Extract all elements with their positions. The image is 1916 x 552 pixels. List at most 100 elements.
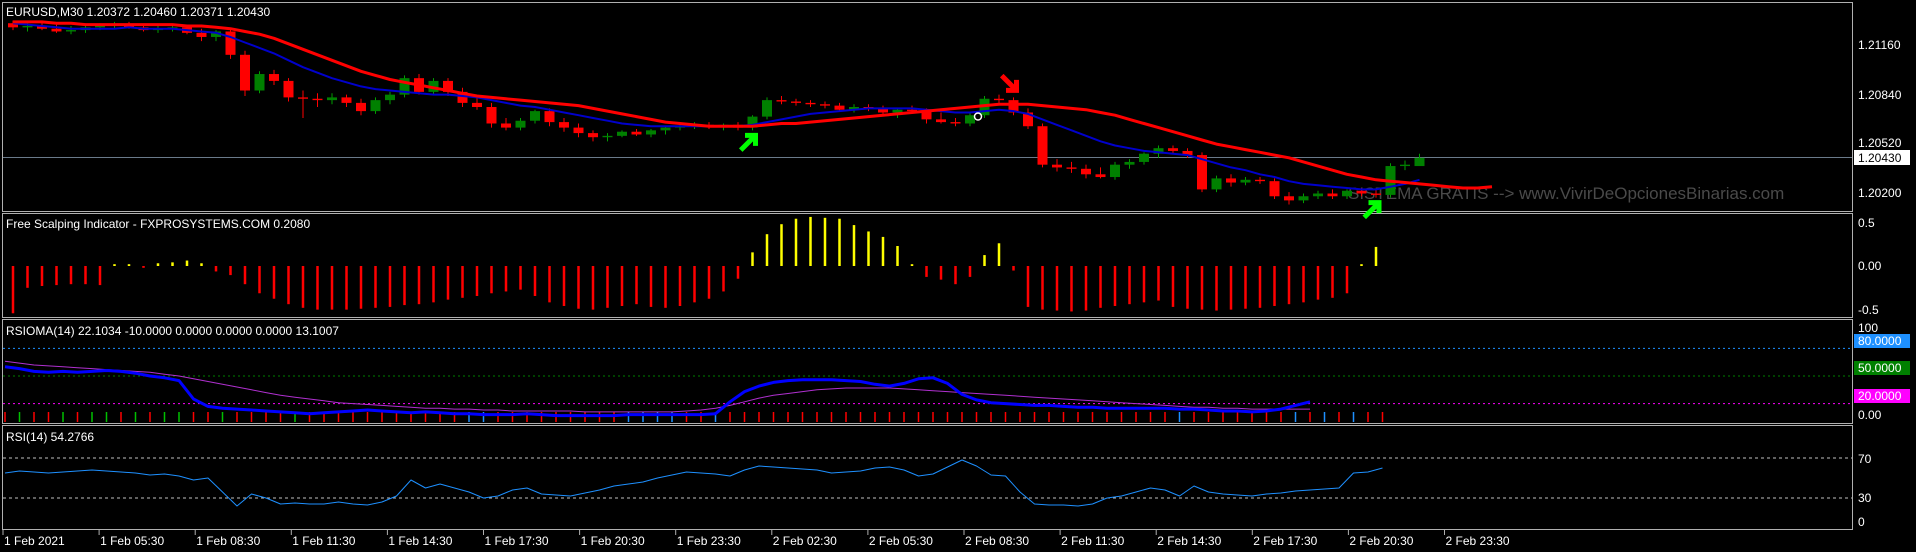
candle-body — [341, 97, 352, 103]
candle-body — [1400, 164, 1410, 167]
candle-body — [1327, 193, 1338, 197]
candle-body — [51, 28, 62, 32]
candle-body — [1226, 178, 1236, 183]
candle-body — [196, 32, 207, 37]
current-price-label: 1.20430 — [1858, 151, 1902, 165]
candle-body — [1211, 178, 1222, 190]
rsioma-tick-label: 100 — [1858, 321, 1878, 335]
candle-body — [1037, 126, 1048, 165]
time-tick-label: 1 Feb 20:30 — [581, 534, 645, 548]
candle-body — [936, 119, 946, 123]
candle-body — [965, 115, 975, 124]
rsioma-level-label: 80.0000 — [1858, 334, 1902, 348]
main-pane-title: EURUSD,M30 1.20372 1.20460 1.20371 1.204… — [6, 5, 271, 19]
candle-body — [805, 102, 816, 105]
candle-body — [573, 127, 584, 134]
candle-body — [1313, 193, 1323, 197]
rsi-tick-label: 0 — [1858, 515, 1865, 529]
candle-body — [269, 74, 279, 81]
candle-body — [994, 98, 1004, 101]
candle-body — [776, 100, 787, 102]
candle-body — [646, 130, 656, 135]
candle-body — [631, 131, 642, 135]
candle-body — [501, 123, 511, 128]
rsioma-tick-label: 0.00 — [1858, 408, 1882, 422]
candle-body — [1095, 174, 1106, 178]
price-tick-label: 1.20200 — [1858, 186, 1902, 200]
candle-body — [834, 105, 845, 110]
candle-body — [240, 54, 250, 91]
candle-body — [791, 101, 801, 103]
scalping-tick-label: 0.5 — [1858, 216, 1875, 230]
candle-body — [486, 107, 497, 124]
time-tick-label: 1 Feb 08:30 — [196, 534, 260, 548]
time-tick-label: 1 Feb 14:30 — [388, 534, 452, 548]
candle-body — [254, 74, 265, 91]
time-tick-label: 2 Feb 17:30 — [1253, 534, 1317, 548]
candle-body — [1255, 179, 1265, 182]
candle-body — [298, 97, 308, 99]
candle-body — [95, 25, 105, 28]
scalping-tick-label: -0.5 — [1858, 303, 1879, 317]
candle-body — [820, 104, 830, 106]
watermark-text: SISTEMA GRATIS --> www.VivirDeOpcionesBi… — [1348, 184, 1784, 203]
time-tick-label: 1 Feb 17:30 — [485, 534, 549, 548]
candle-body — [1284, 196, 1294, 201]
candle-body — [1066, 167, 1077, 169]
candle-body — [1168, 148, 1178, 151]
candle-body — [283, 80, 294, 98]
candle-body — [1414, 157, 1425, 167]
candle-body — [22, 25, 33, 28]
candle-body — [356, 102, 366, 112]
candle-body — [762, 100, 772, 117]
rsi-pane-title: RSI(14) 54.2766 — [6, 430, 94, 444]
candle-body — [1139, 153, 1149, 162]
candle-body — [660, 127, 671, 131]
time-tick-label: 2 Feb 20:30 — [1349, 534, 1413, 548]
price-tick-label: 1.20840 — [1858, 88, 1902, 102]
candle-body — [515, 120, 526, 128]
time-tick-label: 2 Feb 05:30 — [869, 534, 933, 548]
time-tick-label: 2 Feb 02:30 — [773, 534, 837, 548]
candle-body — [385, 94, 395, 101]
time-tick-label: 1 Feb 23:30 — [677, 534, 741, 548]
candle-body — [602, 135, 613, 138]
candle-body — [472, 102, 482, 107]
price-tick-label: 1.20520 — [1858, 136, 1902, 150]
rsi-tick-label: 70 — [1858, 452, 1872, 466]
candle-body — [1356, 190, 1367, 194]
time-tick-label: 1 Feb 11:30 — [292, 534, 355, 548]
candle-body — [950, 122, 961, 124]
time-tick-label: 2 Feb 11:30 — [1061, 534, 1124, 548]
rsi-tick-label: 30 — [1858, 491, 1872, 505]
rsioma-pane-title: RSIOMA(14) 22.1034 -10.0000 0.0000 0.000… — [6, 324, 339, 338]
candle-body — [544, 111, 555, 123]
candle-body — [1298, 196, 1309, 201]
time-tick-label: 1 Feb 2021 — [4, 534, 65, 548]
candle-body — [617, 131, 627, 136]
rsioma-level-label: 50.0000 — [1858, 361, 1902, 375]
candle-body — [1269, 181, 1280, 197]
candle-body — [559, 122, 569, 128]
rsioma-level-label: 20.0000 — [1858, 389, 1902, 403]
price-tick-label: 1.21160 — [1858, 38, 1901, 52]
candle-body — [1052, 164, 1062, 168]
candle-body — [1081, 168, 1091, 175]
candle-body — [1342, 190, 1352, 197]
time-tick-label: 2 Feb 08:30 — [965, 534, 1029, 548]
candle-body — [1110, 164, 1120, 178]
candle-body — [588, 133, 598, 138]
candle-body — [66, 30, 76, 32]
scalping-pane-title: Free Scalping Indicator - FXPROSYSTEMS.C… — [6, 217, 310, 231]
candle-body — [530, 111, 540, 121]
candle-body — [327, 97, 337, 101]
trading-chart[interactable]: SISTEMA GRATIS --> www.VivirDeOpcionesBi… — [0, 0, 1916, 552]
candle-body — [1124, 161, 1135, 165]
time-tick-label: 2 Feb 14:30 — [1157, 534, 1221, 548]
candle-body — [1240, 179, 1251, 183]
time-tick-label: 1 Feb 05:30 — [100, 534, 164, 548]
time-tick-label: 2 Feb 23:30 — [1446, 534, 1510, 548]
candle-body — [370, 100, 381, 112]
candle-body — [312, 98, 323, 101]
scalping-tick-label: 0.00 — [1858, 259, 1882, 273]
